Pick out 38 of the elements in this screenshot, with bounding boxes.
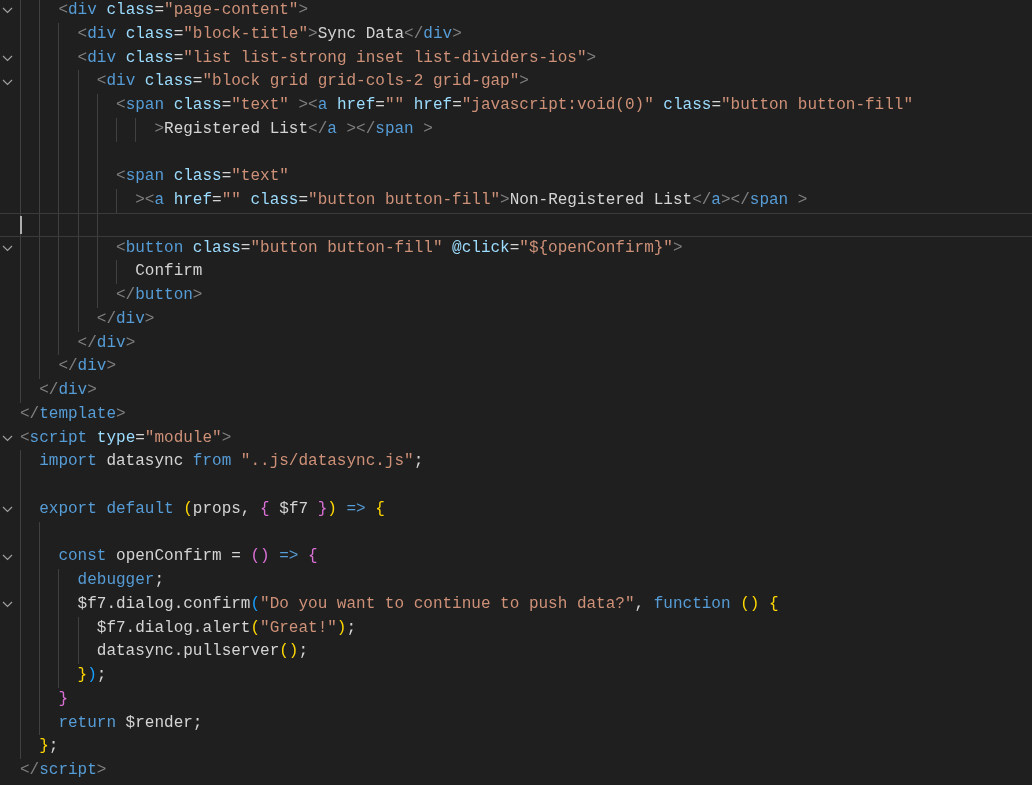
- code-line: <span class="text" ><a href="" href="javascript:void(0)" class="button button-fill": [116, 95, 913, 116]
- code-line: const openConfirm = () => {: [58, 546, 318, 568]
- fold-chevron-icon[interactable]: [2, 553, 13, 561]
- fold-chevron-icon[interactable]: [2, 601, 13, 609]
- code-line: </div>: [39, 380, 97, 401]
- code-line: <div class="block-title">Sync Data</div>: [77, 23, 462, 45]
- fold-chevron-icon[interactable]: [2, 506, 13, 514]
- code-line: };: [39, 736, 59, 758]
- code-line: <span class="text": [116, 166, 289, 188]
- code-line: import datasync from "..js/datasync.js";: [39, 451, 424, 473]
- code-line: </div>: [58, 356, 117, 378]
- code-line: datasync.pullserver();: [96, 641, 309, 663]
- code-line: }: [58, 688, 68, 710]
- code-line: </button>: [116, 285, 203, 306]
- text-cursor: [20, 215, 22, 234]
- code-line: return $render;: [58, 712, 203, 734]
- code-line: export default (props, { $f7 }) => {: [39, 498, 385, 520]
- code-line: <button class="button button-fill" @click="${openConfirm}">: [116, 237, 683, 259]
- code-line: <div class="page-content">: [58, 0, 309, 21]
- code-line: </script>: [20, 760, 107, 781]
- fold-chevron-icon[interactable]: [2, 434, 13, 442]
- code-line: <div class="list list-strong inset list-dividers-ios">: [77, 47, 597, 69]
- fold-chevron-icon[interactable]: [2, 54, 13, 62]
- code-line: ><a href="" class="button button-fill">Non-Registered List</a></span >: [135, 190, 808, 211]
- code-line: </div>: [96, 308, 155, 330]
- code-line: debugger;: [77, 570, 165, 591]
- fold-chevron-icon[interactable]: [2, 244, 13, 252]
- code-line: $f7.dialog.confirm("Do you want to continue to push data?", function () {: [77, 593, 779, 615]
- code-line: });: [77, 665, 107, 686]
- code-line: <div class="block grid grid-cols-2 grid-gap">: [96, 71, 529, 93]
- fold-chevron-icon[interactable]: [2, 78, 13, 86]
- code-line: </template>: [20, 403, 126, 425]
- code-line: >Registered List</a ></span >: [154, 118, 433, 140]
- code-line: Confirm: [135, 261, 203, 283]
- fold-chevron-icon[interactable]: [2, 7, 13, 15]
- code-line: <script type="module">: [20, 427, 232, 449]
- code-line: </div>: [77, 332, 136, 354]
- code-line: $f7.dialog.alert("Great!");: [96, 617, 357, 639]
